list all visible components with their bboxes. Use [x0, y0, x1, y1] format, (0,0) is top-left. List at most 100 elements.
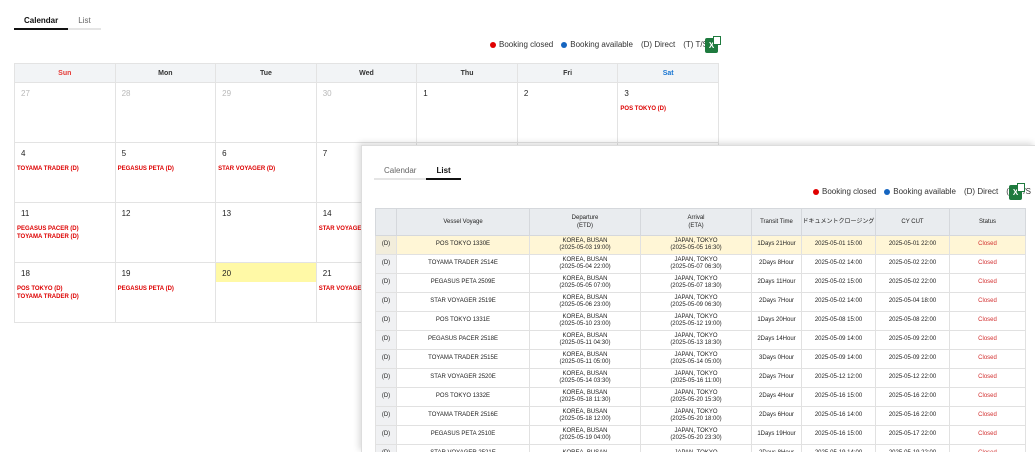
arrival-port: JAPAN, TOKYO — [674, 427, 718, 434]
cell-cy-cut: 2025-05-16 22:00 — [875, 406, 950, 426]
cell-type: (D) — [375, 444, 397, 452]
excel-export-icon[interactable]: X — [705, 36, 721, 53]
table-row[interactable]: (D) STAR VOYAGER 2520E KOREA, BUSAN (2025-0… — [375, 368, 1026, 388]
header-line: Departure — [571, 215, 599, 221]
calendar-day-cell[interactable]: 2 — [517, 83, 619, 143]
calendar-day-cell[interactable]: 4 TOYAMA TRADER (D) — [15, 143, 116, 203]
table-row[interactable]: (D) STAR VOYAGER 2519E KOREA, BUSAN (2025-0… — [375, 292, 1026, 312]
col-header-transit: Transit Time — [751, 208, 802, 236]
table-row[interactable]: (D)STAR VOYAGER 2521EKOREA, BUSANJAPAN, … — [375, 444, 1026, 452]
legend-direct: (D) Direct — [963, 187, 999, 196]
cell-type: (D) — [375, 292, 397, 312]
calendar-event[interactable]: STAR VOYAGER (D) — [218, 165, 314, 173]
cell-arrival: JAPAN, TOKYO (2025-05-13 18:30) — [640, 330, 752, 350]
cell-doc-closing: 2025-05-16 15:00 — [801, 425, 876, 445]
cell-arrival: JAPAN, TOKYO (2025-05-16 11:00) — [640, 368, 752, 388]
cell-doc-closing: 2025-05-19 14:00 — [801, 444, 876, 452]
cell-vessel: PEGASUS PETA 2510E — [396, 425, 530, 445]
calendar-event[interactable]: PEGASUS PACER (D) — [17, 225, 113, 233]
day-number: 2 — [523, 89, 529, 98]
arrival-port: JAPAN, TOKYO — [674, 408, 718, 415]
departure-time: (2025-05-11 05:00) — [559, 359, 611, 365]
calendar-event[interactable]: POS TOKYO (D) — [620, 105, 716, 113]
cell-doc-closing: 2025-05-02 14:00 — [801, 254, 876, 274]
departure-port: KOREA, BUSAN — [562, 294, 608, 301]
col-header-type — [375, 208, 397, 236]
table-row[interactable]: (D) TOYAMA TRADER 2514E KOREA, BUSAN (2025-… — [375, 254, 1026, 274]
cell-cy-cut: 2025-05-08 22:00 — [875, 311, 950, 331]
table-row[interactable]: (D) POS TOKYO 1332E KOREA, BUSAN (2025-05-1… — [375, 387, 1026, 407]
col-header-vessel: Vessel Voyage — [396, 208, 530, 236]
cell-transit: 1Days 19Hour — [751, 425, 802, 445]
table-row[interactable]: (D) PEGASUS PETA 2510E KOREA, BUSAN (2025-0… — [375, 425, 1026, 445]
calendar-event[interactable]: PEGASUS PETA (D) — [118, 285, 214, 293]
weekday-0: Sun — [15, 64, 116, 83]
cell-type: (D) — [375, 330, 397, 350]
tab-calendar[interactable]: Calendar — [14, 14, 69, 30]
legend-booking-closed: Booking closed — [813, 187, 876, 196]
tab-list[interactable]: List — [426, 164, 461, 180]
tab-list[interactable]: List — [68, 14, 101, 30]
departure-port: KOREA, BUSAN — [562, 427, 608, 434]
cell-transit: 1Days 21Hour — [751, 235, 802, 255]
excel-export-icon[interactable]: X — [1009, 183, 1025, 200]
table-row[interactable]: (D) PEGASUS PACER 2518E KOREA, BUSAN (2025-… — [375, 330, 1026, 350]
departure-port: KOREA, BUSAN — [562, 313, 608, 320]
calendar-event[interactable]: TOYAMA TRADER (D) — [17, 165, 113, 173]
cell-departure: KOREA, BUSAN (2025-05-18 12:00) — [529, 406, 641, 426]
calendar-day-cell[interactable]: 29 — [216, 83, 317, 143]
calendar-day-cell[interactable]: 6 STAR VOYAGER (D) — [216, 143, 317, 203]
cell-transit: 2Days 8Hour — [751, 254, 802, 274]
calendar-day-cell[interactable]: 18 POS TOKYO (D) TOYAMA TRADER (D) — [15, 263, 116, 323]
calendar-day-cell[interactable]: 28 — [115, 83, 217, 143]
arrival-port: JAPAN, TOKYO — [674, 351, 718, 358]
calendar-day-cell[interactable]: 3 POS TOKYO (D) — [618, 83, 719, 143]
calendar-event[interactable]: TOYAMA TRADER (D) — [17, 293, 113, 301]
table-row[interactable]: (D) TOYAMA TRADER 2516E KOREA, BUSAN (2025-… — [375, 406, 1026, 426]
arrival-time: (2025-05-16 11:00) — [670, 378, 722, 384]
day-number: 13 — [222, 209, 232, 218]
cell-status: Closed — [949, 311, 1026, 331]
calendar-day-cell[interactable]: 11 PEGASUS PACER (D) TOYAMA TRADER (D) — [15, 203, 116, 263]
cell-arrival: JAPAN, TOKYO (2025-05-20 15:30) — [640, 387, 752, 407]
arrival-time: (2025-05-20 18:00) — [670, 416, 722, 422]
blue-dot-icon — [884, 188, 891, 195]
list-panel: Calendar List Booking closed Booking ava… — [361, 145, 1035, 452]
cell-vessel: PEGASUS PACER 2518E — [396, 330, 530, 350]
arrival-port: JAPAN, TOKYO — [674, 275, 718, 282]
cell-departure: KOREA, BUSAN (2025-05-03 19:00) — [529, 235, 641, 255]
table-body: (D) POS TOKYO 1330E KOREA, BUSAN (2025-05-0… — [375, 235, 1026, 452]
calendar-day-cell[interactable]: 1 — [417, 83, 518, 143]
calendar-day-cell[interactable]: 27 — [15, 83, 116, 143]
cell-arrival: JAPAN, TOKYO (2025-05-20 18:00) — [640, 406, 752, 426]
cell-departure: KOREA, BUSAN — [529, 444, 641, 452]
tab-calendar[interactable]: Calendar — [374, 164, 427, 180]
table-row[interactable]: (D) POS TOKYO 1331E KOREA, BUSAN (2025-05-1… — [375, 311, 1026, 331]
calendar-event[interactable]: TOYAMA TRADER (D) — [17, 233, 113, 241]
calendar-event[interactable]: PEGASUS PETA (D) — [118, 165, 214, 173]
calendar-day-cell[interactable]: 30 — [316, 83, 418, 143]
header-line: (ETA) — [688, 223, 704, 229]
table-row[interactable]: (D) POS TOKYO 1330E KOREA, BUSAN (2025-05-0… — [375, 235, 1026, 255]
header-line: (ETD) — [577, 223, 593, 229]
weekday-2: Tue — [216, 64, 317, 83]
departure-port: KOREA, BUSAN — [562, 332, 608, 339]
table-row[interactable]: (D) PEGASUS PETA 2509E KOREA, BUSAN (2025-0… — [375, 273, 1026, 293]
cell-doc-closing: 2025-05-16 15:00 — [801, 387, 876, 407]
calendar-day-cell[interactable]: 19 PEGASUS PETA (D) — [115, 263, 217, 323]
calendar-event[interactable]: POS TOKYO (D) — [17, 285, 113, 293]
cell-departure: KOREA, BUSAN (2025-05-05 07:00) — [529, 273, 641, 293]
cell-status: Closed — [949, 406, 1026, 426]
calendar-day-cell[interactable]: 13 — [216, 203, 317, 263]
calendar-day-cell[interactable]: 5 PEGASUS PETA (D) — [115, 143, 217, 203]
cell-departure: KOREA, BUSAN (2025-05-14 03:30) — [529, 368, 641, 388]
calendar-day-cell[interactable]: 20 — [216, 263, 317, 323]
cell-status: Closed — [949, 387, 1026, 407]
table-row[interactable]: (D) TOYAMA TRADER 2515E KOREA, BUSAN (2025-… — [375, 349, 1026, 369]
departure-port: KOREA, BUSAN — [562, 275, 608, 282]
legend-label: Booking closed — [499, 40, 554, 49]
calendar-day-cell[interactable]: 12 — [115, 203, 217, 263]
cell-departure: KOREA, BUSAN (2025-05-19 04:00) — [529, 425, 641, 445]
departure-time: (2025-05-18 12:00) — [559, 416, 611, 422]
cell-type: (D) — [375, 311, 397, 331]
